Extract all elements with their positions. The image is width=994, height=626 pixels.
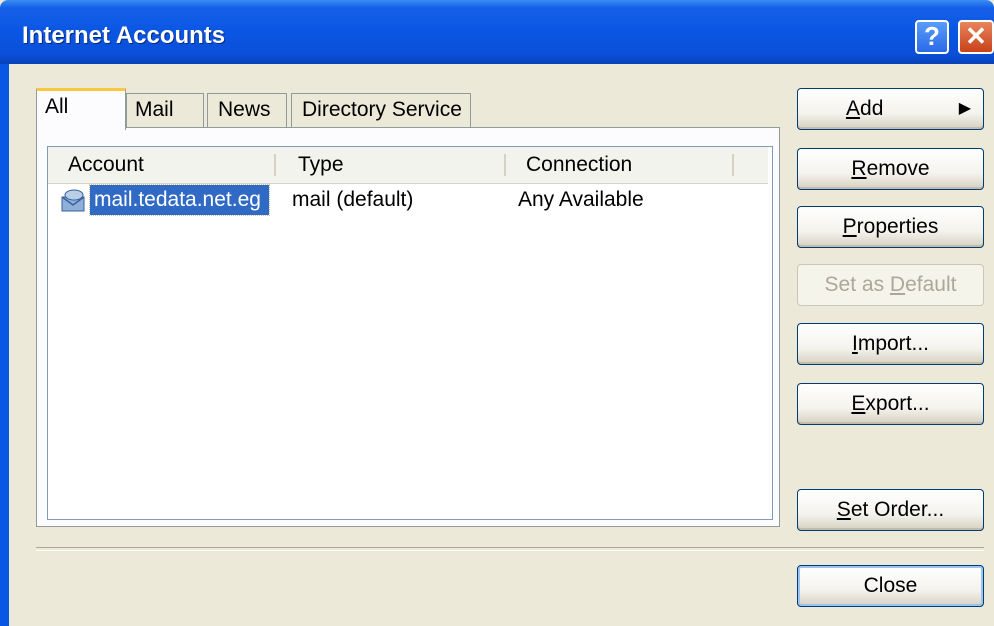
export-label: xport...: [865, 392, 930, 415]
table-row[interactable]: mail.tedata.net.eg mail (default) Any Av…: [48, 184, 768, 217]
submenu-arrow-icon: ▶: [958, 100, 971, 117]
import-button[interactable]: Import...: [797, 323, 984, 365]
column-header-account[interactable]: Account: [68, 153, 144, 177]
remove-mnemonic: R: [851, 157, 867, 180]
set-order-label: et Order...: [850, 498, 945, 521]
account-name[interactable]: mail.tedata.net.eg: [89, 184, 270, 216]
list-header: Account Type Connection: [48, 147, 768, 184]
column-header-type[interactable]: Type: [298, 153, 344, 177]
mail-account-icon: [61, 189, 85, 212]
window-frame-left: [0, 64, 9, 626]
remove-button[interactable]: Remove: [797, 148, 984, 190]
properties-button[interactable]: Properties: [797, 206, 984, 248]
column-header-connection[interactable]: Connection: [526, 153, 632, 177]
column-divider[interactable]: [504, 154, 506, 176]
help-button[interactable]: ?: [915, 20, 949, 54]
window-title: Internet Accounts: [22, 22, 226, 49]
set-default-label-pre: Set as: [824, 273, 890, 296]
set-order-mnemonic: S: [836, 498, 851, 521]
properties-mnemonic: P: [842, 215, 857, 238]
close-button[interactable]: Close: [797, 565, 984, 607]
account-type: mail (default): [292, 188, 414, 211]
close-icon: ✕: [965, 21, 987, 51]
tab-news-label: News: [218, 98, 271, 121]
export-mnemonic: E: [851, 392, 866, 415]
remove-label: emove: [866, 157, 930, 180]
title-bar: Internet Accounts ? ✕: [0, 0, 994, 64]
tab-directory-service[interactable]: Directory Service: [291, 93, 471, 127]
add-mnemonic: A: [846, 97, 861, 120]
tab-all-label: All: [45, 95, 69, 118]
properties-label: roperties: [856, 215, 939, 238]
help-icon: ?: [924, 21, 940, 51]
add-label: dd: [860, 97, 884, 120]
account-connection: Any Available: [518, 188, 644, 211]
set-default-mnemonic: D: [889, 273, 906, 296]
close-label: Close: [863, 574, 918, 597]
set-order-button[interactable]: Set Order...: [797, 489, 984, 531]
column-divider[interactable]: [274, 154, 276, 176]
export-button[interactable]: Export...: [797, 383, 984, 425]
set-as-default-button[interactable]: Set as Default: [797, 264, 984, 306]
tab-all[interactable]: All: [36, 88, 126, 130]
tab-mail[interactable]: Mail: [126, 93, 204, 127]
close-window-button[interactable]: ✕: [958, 20, 994, 54]
set-default-label-rest: efault: [905, 273, 957, 296]
tab-mail-label: Mail: [135, 98, 174, 121]
tab-news[interactable]: News: [207, 93, 287, 127]
add-button[interactable]: Add ▶: [797, 88, 984, 130]
tab-directory-service-label: Directory Service: [302, 98, 462, 121]
separator: [36, 547, 984, 551]
column-divider[interactable]: [732, 154, 734, 176]
import-label: mport...: [857, 332, 930, 355]
accounts-list[interactable]: Account Type Connection mail.tedata.net.…: [47, 146, 773, 520]
